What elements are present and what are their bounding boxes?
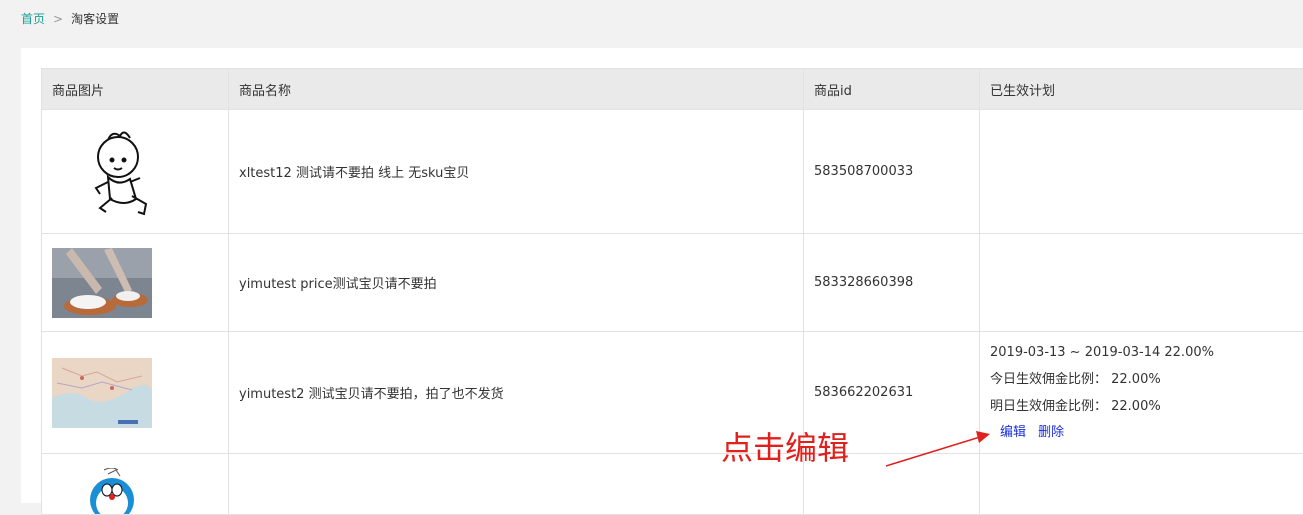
product-image-cell [42, 332, 229, 454]
cartoon-boy-image [78, 122, 178, 222]
product-table: 商品图片 商品名称 商品id 已生效计划 [41, 68, 1303, 515]
column-header-name: 商品名称 [229, 69, 804, 110]
sandal-photo-image [52, 248, 152, 318]
plan-today-rate: 今日生效佣金比例： 22.00% [990, 366, 1293, 393]
breadcrumb-home-link[interactable]: 首页 [21, 12, 45, 26]
plan-period: 2019-03-13 ~ 2019-03-14 22.00% [990, 339, 1293, 366]
edit-link[interactable]: 编辑 [1000, 425, 1026, 440]
breadcrumb-separator-icon: > [53, 12, 63, 26]
column-header-id: 商品id [804, 69, 980, 110]
plan-cell [980, 454, 1303, 515]
table-row: xltest12 测试请不要拍 线上 无sku宝贝 583508700033 [42, 110, 1303, 234]
plan-tomorrow-rate: 明日生效佣金比例： 22.00% [990, 393, 1293, 420]
table-row: yimutest price测试宝贝请不要拍 583328660398 [42, 234, 1303, 332]
product-image-cell [42, 234, 229, 332]
plan-cell: 2019-03-13 ~ 2019-03-14 22.00% 今日生效佣金比例：… [980, 332, 1303, 454]
breadcrumb-current: 淘客设置 [71, 12, 119, 26]
product-name: yimutest price测试宝贝请不要拍 [229, 234, 804, 332]
product-image-cell [42, 110, 229, 234]
map-image [52, 358, 152, 428]
table-header-row: 商品图片 商品名称 商品id 已生效计划 [42, 69, 1303, 110]
plan-cell [980, 110, 1303, 234]
plan-cell [980, 234, 1303, 332]
column-header-image: 商品图片 [42, 69, 229, 110]
product-id: 583328660398 [804, 234, 980, 332]
table-row: yimutest2 测试宝贝请不要拍，拍了也不发货 583662202631 2… [42, 332, 1303, 454]
product-id: 583508700033 [804, 110, 980, 234]
doraemon-image [82, 468, 142, 514]
delete-link[interactable]: 删除 [1038, 425, 1064, 440]
product-name: yimutest2 测试宝贝请不要拍，拍了也不发货 [229, 332, 804, 454]
product-name [229, 454, 804, 515]
product-image-cell [42, 454, 229, 515]
table-row [42, 454, 1303, 515]
plan-actions: 编辑 删除 [990, 420, 1293, 446]
product-name: xltest12 测试请不要拍 线上 无sku宝贝 [229, 110, 804, 234]
annotation-label: 点击编辑 [721, 428, 849, 468]
column-header-plan: 已生效计划 [980, 69, 1303, 110]
breadcrumb: 首页 > 淘客设置 [21, 11, 119, 27]
